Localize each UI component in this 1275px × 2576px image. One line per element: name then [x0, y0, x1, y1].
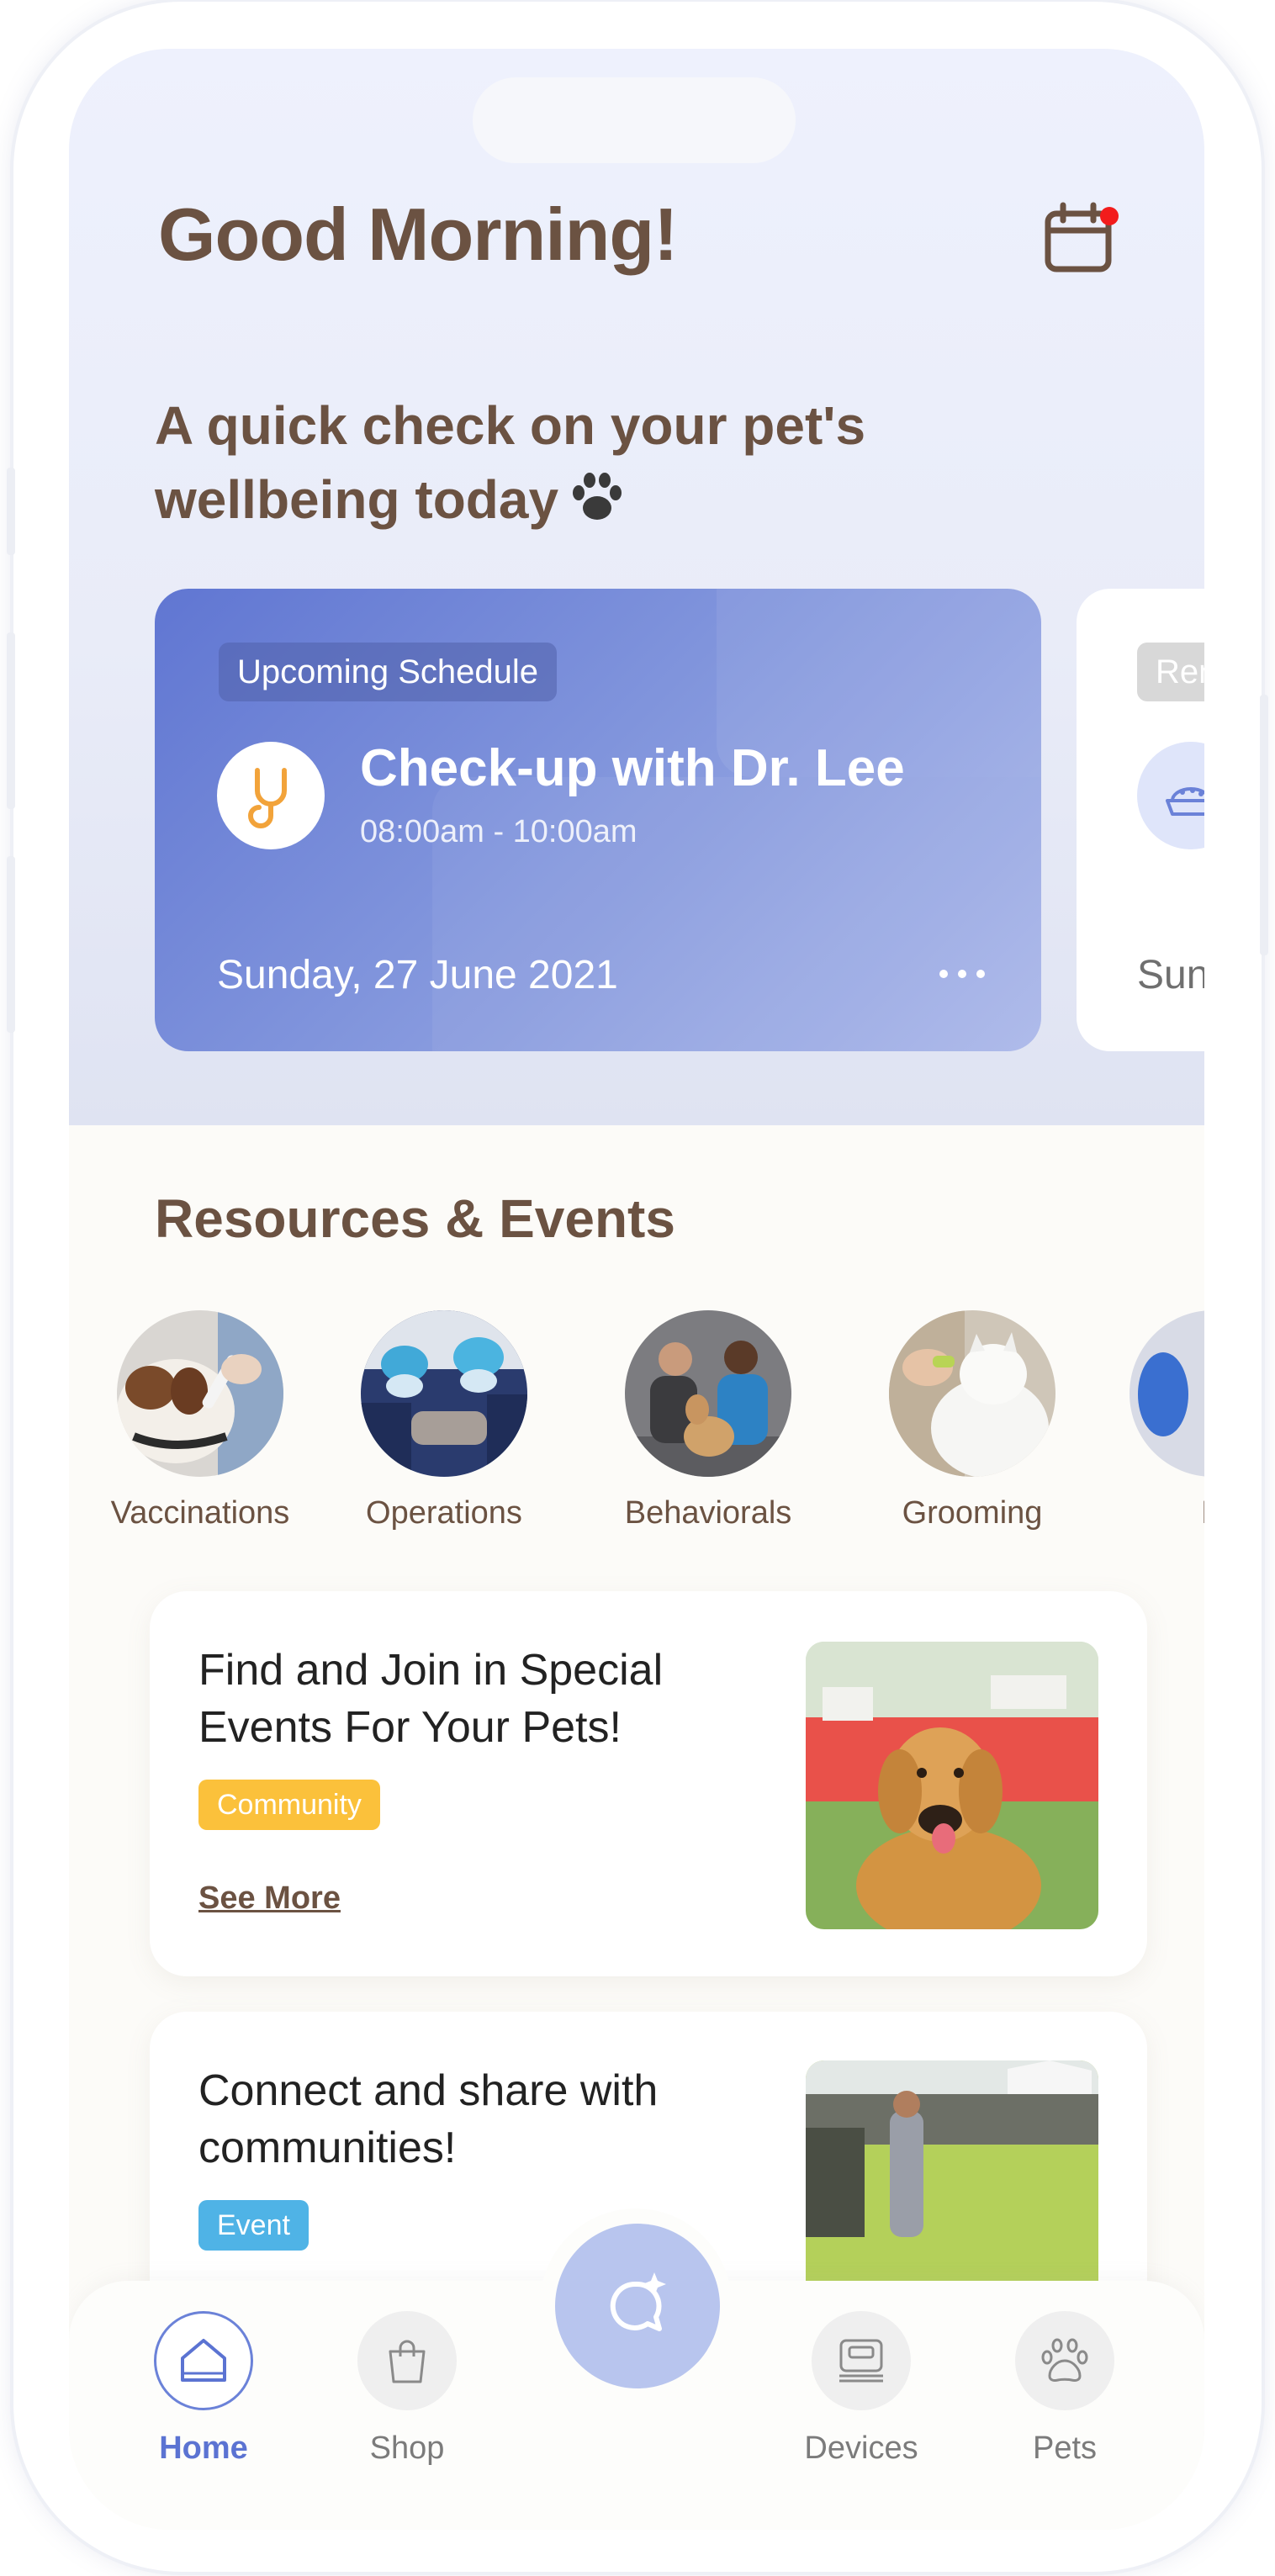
category-label: Vaccinations [110, 1495, 290, 1531]
app-screen: Good Morning! A quick check on your pet'… [69, 49, 1204, 2530]
tab-home[interactable]: Home [119, 2311, 288, 2467]
category-grooming[interactable]: Grooming [863, 1310, 1082, 1531]
see-more-link[interactable]: See More [198, 1880, 341, 1917]
page-subtitle: A quick check on your pet's wellbeing to… [155, 389, 996, 537]
event-title: Find and Join in Special Events For Your… [198, 1646, 664, 1752]
category-vaccinations[interactable]: Vaccinations [91, 1310, 309, 1531]
operation-thumbnail [361, 1310, 527, 1477]
stethoscope-icon [217, 742, 325, 849]
more-options-icon[interactable] [937, 964, 987, 984]
food-bowl-icon [1137, 742, 1204, 849]
paw-icon [1015, 2311, 1114, 2410]
appointment-title: Check-up with Dr. Lee [360, 739, 905, 797]
phone-side-button [7, 632, 15, 809]
appointment-date: Sunday, 27 June 2021 [217, 953, 618, 997]
paw-icon [573, 473, 622, 520]
chat-sparkle-icon[interactable] [555, 2224, 720, 2388]
home-icon [154, 2311, 253, 2410]
section-title-resources: Resources & Events [155, 1188, 675, 1249]
tab-shop[interactable]: Shop [323, 2311, 491, 2467]
schedule-chip: Upcoming Schedule [219, 643, 557, 701]
greeting-title: Good Morning! [158, 193, 678, 276]
category-label: Operations [366, 1495, 522, 1531]
community-tag: Community [198, 1780, 380, 1830]
category-label: D [1103, 1495, 1204, 1531]
event-title: Connect and share with communities! [198, 2066, 659, 2172]
golden-retriever-photo [806, 1642, 1098, 1929]
reminder-date: Sun [1137, 953, 1204, 997]
tab-label: Devices [804, 2431, 918, 2466]
phone-side-button [1260, 695, 1268, 955]
phone-side-button [7, 856, 15, 1033]
phone-side-button [7, 468, 15, 555]
dynamic-island [473, 77, 796, 163]
tab-pets[interactable]: Pets [981, 2311, 1149, 2467]
shopping-bag-icon [357, 2311, 457, 2410]
schedule-card[interactable]: Upcoming Schedule Check-up with Dr. Lee … [155, 589, 1041, 1051]
subtitle-line-2: wellbeing today [155, 463, 996, 537]
vaccination-thumbnail [117, 1310, 283, 1477]
subtitle-line-2-text: wellbeing today [155, 469, 559, 530]
category-partial[interactable]: D [1103, 1310, 1204, 1531]
event-tag: Event [198, 2200, 309, 2251]
tab-label: Pets [1032, 2431, 1098, 2466]
grooming-thumbnail [889, 1310, 1055, 1477]
reminder-card[interactable]: Rem Sun [1077, 589, 1204, 1051]
notification-dot [1100, 207, 1119, 225]
appointment-time: 08:00am - 10:00am [360, 814, 638, 849]
tab-label: Shop [369, 2431, 445, 2466]
tab-label: Home [159, 2431, 248, 2466]
tab-devices[interactable]: Devices [777, 2311, 945, 2467]
category-label: Behaviorals [624, 1495, 792, 1531]
reminder-chip: Rem [1137, 643, 1204, 701]
event-card[interactable]: Find and Join in Special Events For Your… [150, 1591, 1147, 1976]
category-thumbnail [1130, 1310, 1204, 1477]
subtitle-line-1: A quick check on your pet's [155, 395, 866, 456]
device-icon [812, 2311, 911, 2410]
behavioral-thumbnail [625, 1310, 791, 1477]
category-label: Grooming [902, 1495, 1043, 1531]
category-operations[interactable]: Operations [335, 1310, 553, 1531]
category-behaviorals[interactable]: Behaviorals [599, 1310, 817, 1531]
